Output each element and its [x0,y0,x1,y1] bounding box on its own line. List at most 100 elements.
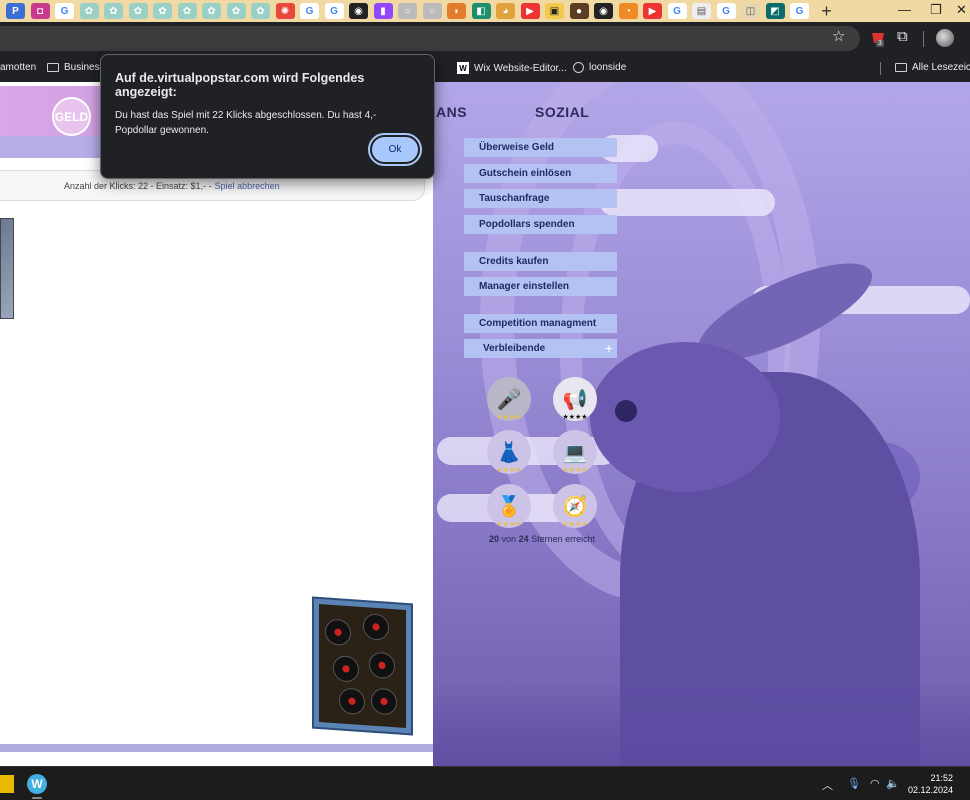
background-bunny-eye [615,400,637,422]
stars-suffix: Sternen erreicht [531,534,596,544]
close-window-icon[interactable]: ✕ [956,2,967,18]
all-bookmarks-label: Alle Lesezeiche [912,62,970,73]
alert-dialog: Auf de.virtualpopstar.com wird Folgendes… [100,54,435,179]
tab-favicon-red-flower[interactable]: ✺ [275,3,295,19]
tab-favicon-google[interactable]: G [790,3,809,19]
tab-favicon-teal[interactable]: ◩ [765,3,785,19]
tab-favicon-leaf[interactable]: ✿ [202,3,221,19]
records-poster-image [312,596,413,736]
extension-badge: 3 [876,40,884,47]
menu-donate-popdollars[interactable]: Popdollars spenden [464,215,617,234]
geld-logo: GELD [52,97,91,136]
wix-icon: W [457,62,469,74]
menu-remaining[interactable]: Verbleibende + [464,339,617,358]
bookmark-star-icon[interactable]: ☆ [832,27,845,45]
tab-favicon-dark[interactable]: ◉ [594,3,613,19]
minimize-icon[interactable]: — [898,2,911,17]
medal-icon[interactable]: 🏅 ★★★★ [487,484,531,528]
tab-favicon-yellow[interactable]: ▣ [545,3,564,19]
bookmark-label: Business [64,62,105,73]
stars-earned: 20 [489,534,500,544]
taskbar-app-yellow-icon[interactable] [0,775,14,793]
extensions-puzzle-icon[interactable]: ⧉ [897,28,908,45]
game-panel: GELD Anzahl der Klicks: 22 - Einsatz: $1… [0,82,433,766]
new-tab-plus-icon[interactable]: + [817,1,837,22]
clock-time: 21:52 [930,773,954,783]
menu-hire-manager[interactable]: Manager einstellen [464,277,617,296]
taskbar-app-w-icon[interactable]: W [27,774,47,794]
tab-favicon-orange[interactable]: ◔ [618,3,638,19]
wifi-icon[interactable]: ◠ [870,777,880,790]
tab-favicon-google[interactable]: G [300,3,319,19]
tab-favicon-google[interactable]: G [324,3,344,19]
dialog-message: Du hast das Spiel mit 22 Klicks abgeschl… [115,110,377,136]
tab-favicon-instagram[interactable]: ◘ [30,3,50,19]
tab-favicon-leaf[interactable]: ✿ [153,3,172,19]
menu-trade-request[interactable]: Tauschanfrage [464,189,617,208]
microphone-icon[interactable]: 🎤 ★★★★ [487,377,531,421]
tab-favicon-twitch[interactable]: ▮ [373,3,393,19]
tab-favicon-leaf[interactable]: ✿ [79,3,99,19]
speaker-icon[interactable]: 🔈 [886,777,900,790]
tab-favicon-green[interactable]: ◧ [471,3,491,19]
bookmarks-divider [880,62,881,75]
tab-favicon-beige[interactable]: ◫ [741,3,760,19]
taskbar-active-indicator [32,797,42,799]
tab-favicon-doc[interactable]: ▤ [692,3,711,19]
stars-connector: von [501,534,517,544]
tab-favicon-youtube[interactable]: ▶ [643,3,662,19]
omnibox[interactable] [0,26,860,51]
bookmark-label: Wix Website-Editor... [474,62,567,74]
megaphone-icon[interactable]: 📢 ★★★★ [553,377,597,421]
bookmark-amotten[interactable]: amotten [0,62,36,73]
tab-favicon-leaf[interactable]: ✿ [226,3,246,19]
menu-redeem-voucher[interactable]: Gutschein einlösen [464,164,617,183]
toolbar-divider [923,31,924,47]
all-bookmarks-folder[interactable]: Alle Lesezeiche [895,62,970,73]
restore-icon[interactable]: ❐ [930,2,942,18]
tab-favicon-orange[interactable]: ◗ [447,3,466,19]
nav-heading-fans[interactable]: ANS [436,104,467,120]
tab-favicon-leaf[interactable]: ✿ [128,3,148,19]
tray-chevron-up-icon[interactable]: ︿ [822,777,833,793]
tab-favicon-bird[interactable]: ◕ [496,3,515,19]
tab-favicon-google[interactable]: G [55,3,74,19]
menu-remaining-label: Verbleibende [483,343,546,354]
microphone-tray-icon[interactable]: 🎙 [847,777,861,790]
bookmark-label: loonside [589,62,627,73]
bookmark-loonside[interactable]: loonside [573,62,626,73]
tab-favicon-brown[interactable]: ● [569,3,589,19]
bookmark-folder-business[interactable]: Business [47,62,105,73]
menu-buy-credits[interactable]: Credits kaufen [464,252,617,271]
menu-competition-management[interactable]: Competition managment [464,314,617,333]
globe-icon [573,62,584,73]
cancel-game-link[interactable]: Spiel abbrechen [215,181,280,191]
menu-transfer-money[interactable]: Überweise Geld [464,138,617,157]
tab-favicon-gray[interactable]: ○ [398,3,417,19]
tab-favicon-leaf[interactable]: ✿ [104,3,123,19]
profile-avatar-icon[interactable] [936,29,954,47]
tab-favicon-google[interactable]: G [716,3,736,19]
windows-taskbar: W ︿ 🎙 ◠ 🔈 21:52 02.12.2024 [0,766,970,800]
bookmark-wix-editor[interactable]: W Wix Website-Editor... [457,62,567,74]
memory-card[interactable] [0,218,14,319]
dialog-ok-button[interactable]: Ok [368,133,422,166]
tab-favicon-google[interactable]: G [667,3,687,19]
tab-favicon-leaf[interactable]: ✿ [251,3,270,19]
game-bottom-stripe [0,744,433,752]
tab-favicon-p[interactable]: P [6,3,25,19]
expand-plus-icon[interactable]: + [605,340,613,356]
nav-heading-social[interactable]: SOZIAL [535,104,589,120]
laptop-icon[interactable]: 💻 ★★★★ [553,430,597,474]
page-viewport: ANS SOZIAL Überweise Geld Gutschein einl… [0,82,970,766]
compass-icon[interactable]: 🧭 ★★★★ [553,484,597,528]
tab-favicon-leaf[interactable]: ✿ [177,3,197,19]
clock-date: 02.12.2024 [908,785,954,795]
taskbar-clock[interactable]: 21:52 02.12.2024 [908,772,953,796]
tab-favicon-dark[interactable]: ◉ [349,3,368,19]
click-count-text: Anzahl der Klicks: 22 - Einsatz: $1,- - [64,180,212,191]
dress-icon[interactable]: 👗 ★★★★ [487,430,531,474]
tab-favicon-gray[interactable]: ○ [422,3,442,19]
tab-favicon-youtube[interactable]: ▶ [520,3,540,19]
folder-icon [895,63,907,72]
